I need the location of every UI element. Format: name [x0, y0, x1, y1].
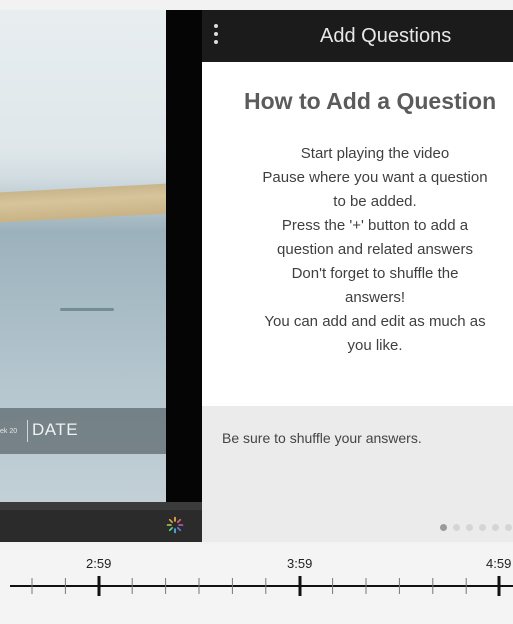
video-frame-detail [60, 308, 114, 311]
timeline-label: 3:59 [287, 556, 313, 571]
instruction-line: You can add and edit as much as [264, 313, 486, 330]
instruction-line: you like. [347, 337, 403, 354]
pager-dot[interactable] [453, 524, 460, 531]
timeline-label: 4:59 [486, 556, 512, 571]
pager-dot[interactable] [492, 524, 499, 531]
app-root: ek 20 DATE Add Questions How to Add a Qu… [0, 0, 513, 624]
kebab-menu-icon[interactable] [214, 24, 220, 48]
panel-header: Add Questions [202, 10, 513, 62]
timeline-label: 2:59 [86, 556, 112, 571]
timeline-ruler[interactable] [0, 544, 513, 624]
overlay-date-text: DATE [32, 420, 79, 439]
player-bar-edge [0, 502, 202, 510]
instruction-line: Don't forget to shuffle the [291, 265, 459, 282]
video-player[interactable]: ek 20 DATE [0, 10, 166, 502]
pager-dot[interactable] [505, 524, 512, 531]
add-questions-panel: Add Questions How to Add a Question Star… [202, 10, 513, 542]
pager-dot[interactable] [440, 524, 447, 531]
video-overlay-band: ek 20 DATE [0, 408, 166, 454]
video-frame-shore [0, 183, 166, 223]
tip-text: Be sure to shuffle your answers. [222, 430, 422, 446]
instructions-heading: How to Add a Question [244, 88, 497, 114]
panel-title: Add Questions [320, 25, 452, 47]
pager-dot[interactable] [466, 524, 473, 531]
overlay-week-text: ek 20 [0, 428, 18, 435]
instruction-line: to be added. [333, 193, 417, 210]
instruction-line: Pause where you want a question [262, 169, 488, 186]
instruction-line: Start playing the video [300, 145, 450, 162]
timeline[interactable]: 2:59 3:59 4:59 [0, 544, 513, 624]
pager-dots [440, 524, 512, 532]
overlay-separator [27, 420, 28, 442]
instructions-text: Start playing the video Pause where you w… [246, 142, 504, 358]
pager-dot[interactable] [479, 524, 486, 531]
video-letterbox [166, 10, 202, 502]
instruction-line: question and related answers [277, 241, 473, 258]
instruction-line: answers! [344, 289, 406, 306]
tip-area: Be sure to shuffle your answers. [202, 406, 513, 542]
instruction-line: Press the '+' button to add a [281, 217, 469, 234]
spinner-icon[interactable] [166, 516, 184, 534]
